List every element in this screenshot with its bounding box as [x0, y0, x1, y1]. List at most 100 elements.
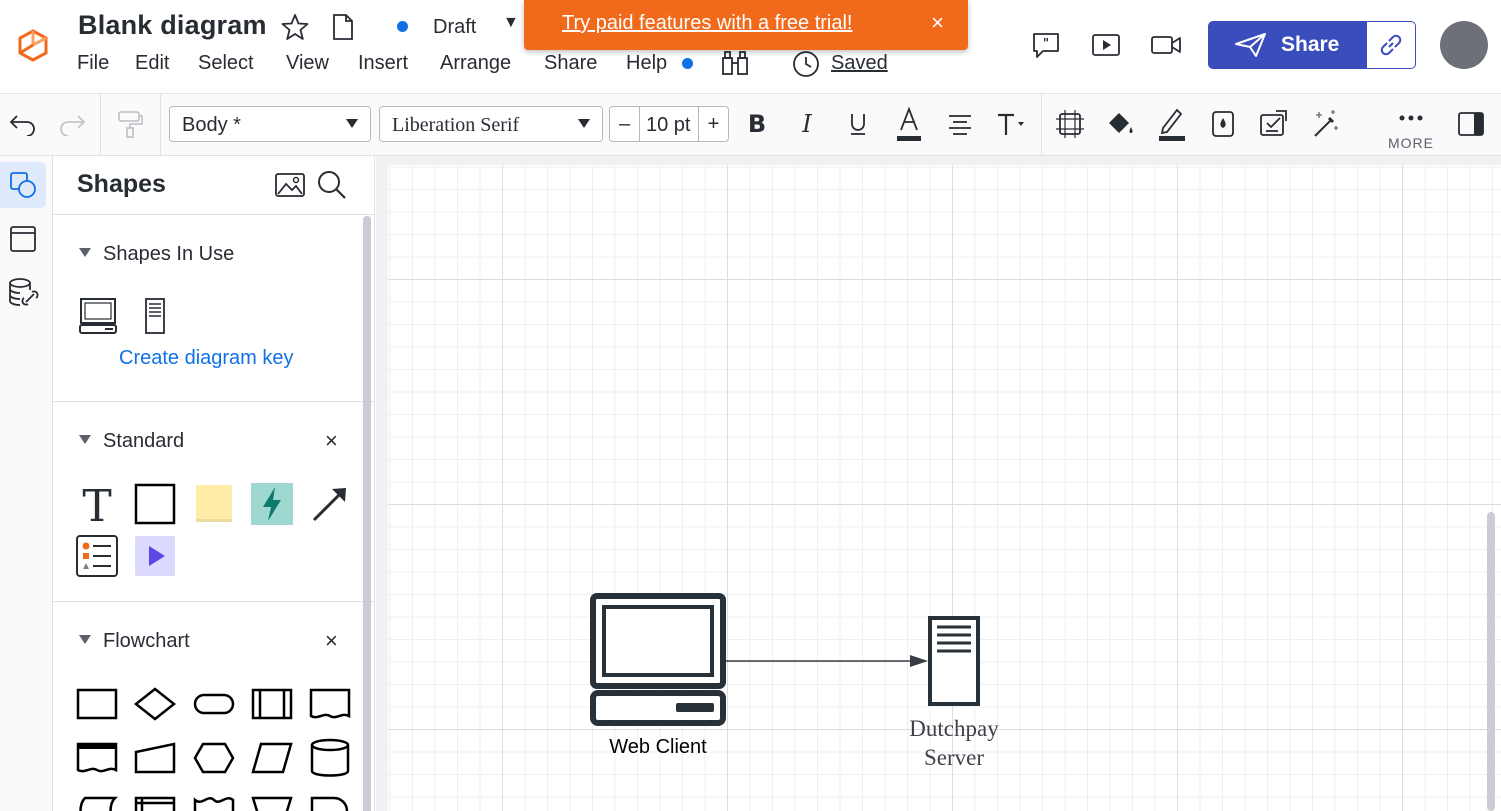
saved-label[interactable]: Saved [831, 52, 888, 75]
italic-icon[interactable]: I [789, 106, 825, 142]
shapes-icon [10, 172, 36, 198]
arrow-line-shape[interactable] [308, 482, 352, 526]
connector-arrow[interactable] [724, 650, 934, 672]
document-title[interactable]: Blank diagram [78, 10, 267, 41]
rectangle-icon [134, 483, 176, 525]
database-shape[interactable] [308, 736, 352, 780]
delay-shape[interactable] [308, 788, 352, 811]
text-style-select[interactable]: Body * [169, 106, 371, 142]
preparation-shape[interactable] [192, 736, 236, 780]
font-size-decrease-button[interactable]: – [610, 107, 640, 141]
dutchpay-server-shape[interactable] [927, 615, 981, 707]
multi-document-shape[interactable] [75, 736, 119, 780]
document-icon[interactable] [328, 12, 358, 42]
text-options-icon[interactable] [993, 106, 1029, 142]
underline-icon[interactable] [840, 106, 876, 142]
draft-dropdown-icon[interactable]: ▼ [503, 14, 519, 32]
video-shape[interactable] [133, 534, 177, 578]
menu-file[interactable]: File [77, 52, 109, 75]
panel-scrollbar[interactable] [363, 216, 371, 811]
canvas-scrollbar[interactable] [1487, 512, 1495, 811]
list-shape[interactable] [75, 534, 119, 578]
draft-status-label[interactable]: Draft [433, 16, 476, 39]
section-standard-header[interactable]: Standard [79, 430, 184, 453]
create-diagram-key-link[interactable]: Create diagram key [119, 347, 294, 370]
divider [53, 601, 374, 602]
free-trial-link[interactable]: Try paid features with a free trial! [562, 12, 853, 35]
manual-input-shape[interactable] [133, 736, 177, 780]
web-client-label[interactable]: Web Client [598, 736, 718, 759]
document-shape[interactable] [308, 682, 352, 726]
toolbar-divider [1041, 94, 1042, 156]
menu-view[interactable]: View [286, 52, 329, 75]
font-family-select[interactable]: Liberation Serif [379, 106, 603, 142]
copy-link-button[interactable] [1366, 21, 1416, 69]
rectangle-shape[interactable] [133, 482, 177, 526]
punched-tape-shape[interactable] [192, 788, 236, 811]
stored-data-shape[interactable] [75, 788, 119, 811]
divider [53, 401, 374, 402]
star-icon[interactable] [280, 12, 310, 42]
present-icon[interactable] [1089, 28, 1123, 62]
sticky-note-shape[interactable] [192, 482, 236, 526]
line-color-icon[interactable] [1154, 106, 1190, 142]
comments-icon[interactable]: " [1029, 28, 1063, 62]
menu-help[interactable]: Help [626, 52, 667, 75]
process-shape[interactable] [75, 682, 119, 726]
shapes-panel-button[interactable] [0, 162, 46, 208]
templates-button[interactable] [0, 216, 46, 262]
undo-icon[interactable] [4, 106, 40, 142]
close-section-icon[interactable]: × [325, 428, 338, 454]
decision-shape[interactable] [133, 682, 177, 726]
bold-icon[interactable]: B [739, 106, 775, 142]
font-size-value[interactable]: 10 pt [646, 114, 690, 137]
menu-share[interactable]: Share [544, 52, 597, 75]
banner-close-icon[interactable]: × [931, 12, 944, 34]
search-icon[interactable] [315, 168, 349, 202]
dutchpay-server-label[interactable]: Dutchpay Server [874, 714, 1034, 772]
manual-operation-shape[interactable] [250, 788, 294, 811]
redo-icon[interactable] [55, 106, 91, 142]
right-panel-toggle-icon[interactable] [1453, 106, 1489, 142]
text-align-icon[interactable] [942, 106, 978, 142]
shapes-panel: Shapes Shapes In Use Create diagram key … [53, 156, 375, 811]
share-button[interactable]: Share [1208, 21, 1368, 69]
database-link-icon [9, 278, 39, 306]
text-color-icon[interactable] [891, 106, 927, 142]
laptop-shape[interactable] [76, 294, 120, 338]
drawing-canvas[interactable]: Web Client Dutchpay Server [388, 165, 1501, 811]
style-check-icon[interactable] [1256, 106, 1292, 142]
binoculars-icon[interactable] [719, 50, 751, 78]
menu-select[interactable]: Select [198, 52, 254, 75]
text-shape[interactable]: T [75, 482, 119, 526]
action-shape[interactable] [250, 482, 294, 526]
section-shapes-in-use-header[interactable]: Shapes In Use [79, 243, 234, 266]
internal-storage-shape[interactable] [133, 788, 177, 811]
fill-color-icon[interactable] [1103, 106, 1139, 142]
video-call-icon[interactable] [1149, 28, 1183, 62]
position-icon[interactable] [1052, 106, 1088, 142]
close-section-icon[interactable]: × [325, 628, 338, 654]
opacity-icon[interactable] [1205, 106, 1241, 142]
menu-edit[interactable]: Edit [135, 52, 169, 75]
menu-insert[interactable]: Insert [358, 52, 408, 75]
user-avatar[interactable] [1440, 21, 1488, 69]
app-logo-icon[interactable] [16, 28, 50, 62]
free-trial-banner: Try paid features with a free trial! × [524, 0, 968, 50]
format-painter-icon[interactable] [112, 106, 148, 142]
web-client-shape[interactable] [590, 593, 726, 726]
more-label[interactable]: MORE [1388, 135, 1434, 151]
magic-wand-icon[interactable] [1307, 106, 1343, 142]
predefined-process-shape[interactable] [250, 682, 294, 726]
more-icon[interactable] [1393, 100, 1429, 136]
server-shape[interactable] [133, 294, 177, 338]
menu-arrange[interactable]: Arrange [440, 52, 511, 75]
lucidchart-app: Blank diagram Draft ▼ File Edit Select V… [0, 0, 1501, 811]
terminator-shape[interactable] [192, 682, 236, 726]
font-size-increase-button[interactable]: + [698, 107, 728, 141]
data-linking-button[interactable] [0, 270, 46, 316]
send-icon [1235, 33, 1266, 57]
section-flowchart-header[interactable]: Flowchart [79, 630, 190, 653]
image-icon[interactable] [273, 168, 307, 202]
data-shape[interactable] [250, 736, 294, 780]
